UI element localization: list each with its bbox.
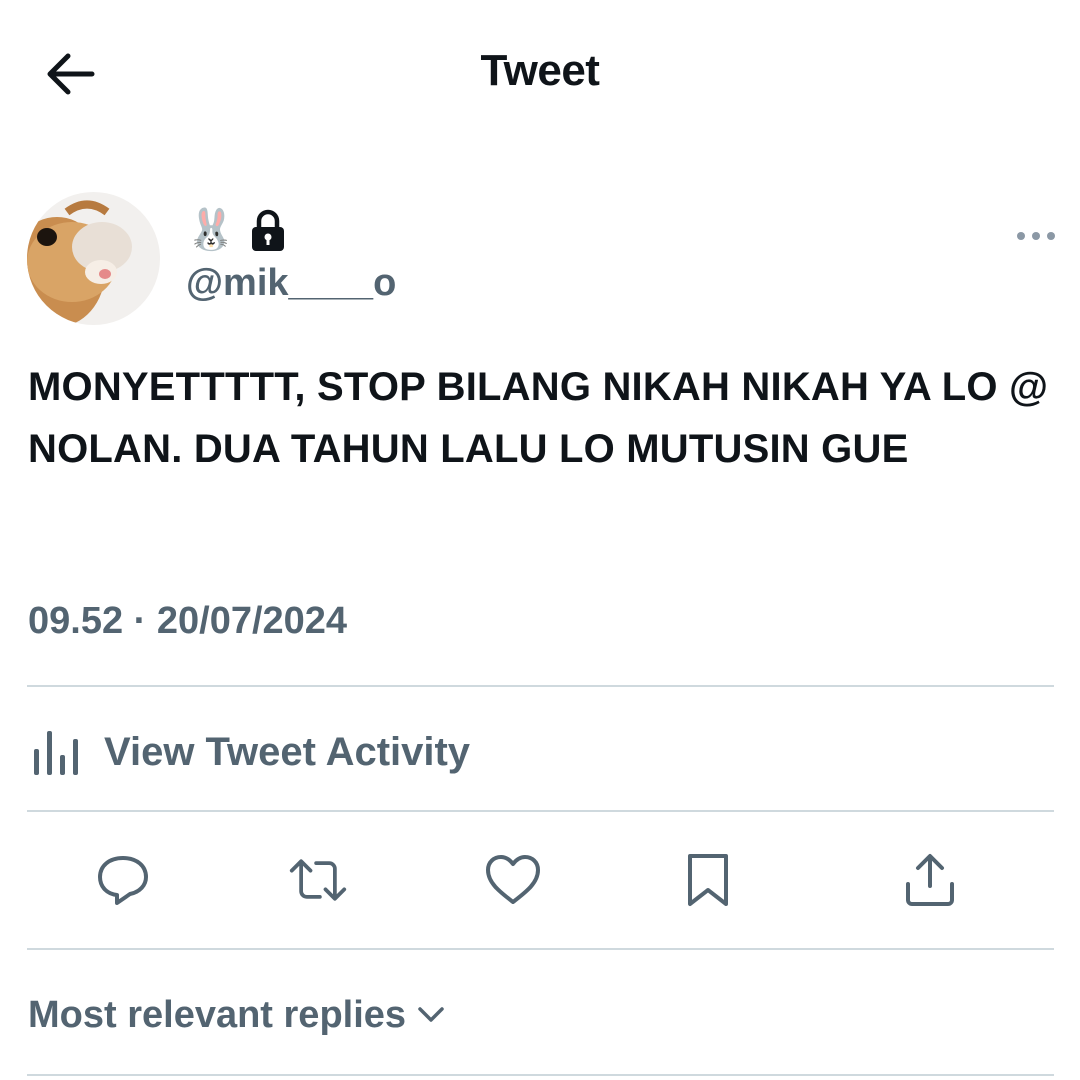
lock-icon — [251, 209, 284, 251]
share-button[interactable] — [900, 850, 960, 910]
avatar[interactable] — [27, 192, 160, 325]
activity-label: View Tweet Activity — [104, 729, 471, 774]
replies-sort-dropdown[interactable]: Most relevant replies — [28, 990, 446, 1040]
rabbit-emoji: 🐰 — [186, 208, 236, 252]
divider — [27, 1074, 1054, 1076]
bookmark-button[interactable] — [678, 850, 738, 910]
user-handle[interactable]: @mik____o — [186, 262, 396, 305]
heart-icon — [486, 855, 540, 904]
divider — [27, 948, 1054, 950]
retweet-button[interactable] — [288, 850, 348, 910]
like-button[interactable] — [483, 850, 543, 910]
replies-sort-label: Most relevant replies — [28, 993, 407, 1036]
more-options-button[interactable] — [1012, 222, 1060, 250]
chevron-down-icon — [418, 1007, 444, 1022]
reply-button[interactable] — [93, 850, 153, 910]
divider — [27, 810, 1054, 812]
more-horizontal-icon — [1017, 232, 1055, 240]
display-name[interactable]: 🐰 — [186, 205, 286, 255]
tweet-timestamp[interactable]: 09.52 · 20/07/2024 — [28, 600, 347, 643]
rabbit-photo — [27, 192, 160, 325]
retweet-icon — [289, 859, 347, 901]
view-tweet-activity-button[interactable]: View Tweet Activity — [30, 722, 470, 782]
tweet-text: MONYETTTTT, STOP BILANG NIKAH NIKAH YA L… — [28, 365, 1049, 471]
bookmark-icon — [688, 854, 728, 906]
share-icon — [906, 854, 954, 906]
bar-chart-icon — [34, 731, 78, 775]
page-title: Tweet — [480, 46, 600, 95]
divider — [27, 685, 1054, 687]
reply-icon — [98, 856, 148, 905]
